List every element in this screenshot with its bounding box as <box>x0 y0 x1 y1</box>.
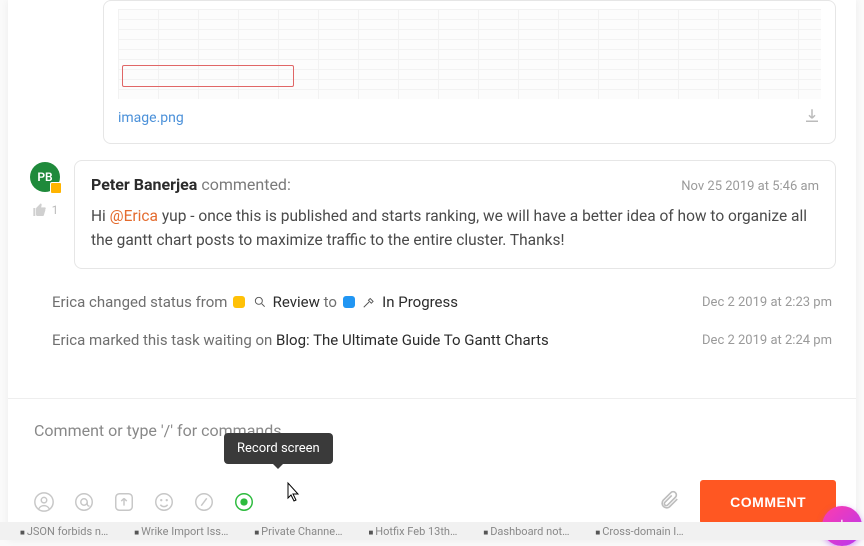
attachment-footer: image.png <box>118 103 821 129</box>
avatar[interactable]: PB <box>30 162 60 192</box>
like-count: 1 <box>52 203 59 217</box>
attachment-filename[interactable]: image.png <box>118 110 184 126</box>
activity-to-word: to <box>324 293 337 311</box>
tab[interactable]: Dashboard not… <box>483 525 569 538</box>
tooltip-record-screen: Record screen <box>224 433 333 464</box>
compose-toolbar <box>28 490 256 514</box>
tab[interactable]: JSON forbids n… <box>20 525 108 538</box>
activity-status-change: Erica changed status from Review to In P… <box>28 283 836 321</box>
attachment-thumbnail[interactable] <box>118 9 821 99</box>
mention-icon[interactable] <box>72 490 96 514</box>
like-button[interactable]: 1 <box>32 202 59 218</box>
activity-text: Erica changed status from Review to In P… <box>52 293 458 311</box>
comment-author[interactable]: Peter Banerjea <box>91 175 197 194</box>
comment-text-pre: Hi <box>91 207 110 225</box>
activity-timestamp: Dec 2 2019 at 2:24 pm <box>702 333 832 348</box>
activity-text: Erica marked this task waiting on Blog: … <box>52 331 549 349</box>
browser-tab-strip: JSON forbids n… Wrike Import Iss… Privat… <box>0 522 864 540</box>
search-icon <box>253 295 267 309</box>
tab[interactable]: Wrike Import Iss… <box>134 525 228 538</box>
comment-timestamp: Nov 25 2019 at 5:46 am <box>681 179 819 194</box>
activity-timestamp: Dec 2 2019 at 2:23 pm <box>702 295 832 310</box>
comment-input[interactable]: Comment or type '/' for commands <box>28 415 836 480</box>
mouse-cursor <box>282 480 306 504</box>
attach-icon[interactable] <box>658 489 680 515</box>
download-icon[interactable] <box>803 107 821 129</box>
activity-waiting-on: Erica marked this task waiting on Blog: … <box>28 321 836 359</box>
compose-area: Comment or type '/' for commands Record … <box>8 398 856 524</box>
comment-text-post: yup - once this is published and starts … <box>91 207 807 249</box>
status-from: Review <box>273 293 320 311</box>
comment-body: Hi @Erica yup - once this is published a… <box>91 204 819 252</box>
tab[interactable]: Hotfix Feb 13th… <box>368 525 457 538</box>
attachment-card: image.png <box>103 0 836 144</box>
comment-block: PB 1 Peter Banerjea commented: Nov 25 20… <box>28 160 836 269</box>
status-dot-progress <box>343 296 355 308</box>
tab[interactable]: Cross-domain I… <box>595 525 683 538</box>
upload-icon[interactable] <box>112 490 136 514</box>
activity-verb: changed status from <box>89 293 227 311</box>
activity-actor[interactable]: Erica <box>52 331 85 349</box>
activity-actor[interactable]: Erica <box>52 293 85 311</box>
comment-card: Peter Banerjea commented: Nov 25 2019 at… <box>74 160 836 269</box>
tab[interactable]: Private Channe… <box>254 525 342 538</box>
comment-button[interactable]: COMMENT <box>700 480 836 524</box>
status-to: In Progress <box>382 293 458 311</box>
comment-sidecol: PB 1 <box>28 160 62 269</box>
assign-icon[interactable] <box>32 490 56 514</box>
linked-task[interactable]: Blog: The Ultimate Guide To Gantt Charts <box>276 331 549 349</box>
emoji-icon[interactable] <box>152 490 176 514</box>
activity-verb: marked this task waiting on <box>89 331 272 349</box>
mention[interactable]: @Erica <box>110 207 158 225</box>
record-screen-icon[interactable] <box>232 490 256 514</box>
comment-verb: commented: <box>201 175 291 194</box>
hammer-icon <box>362 295 376 309</box>
slash-command-icon[interactable] <box>192 490 216 514</box>
task-panel: image.png PB 1 Peter Banerjea commen <box>8 0 856 540</box>
status-dot-review <box>233 296 245 308</box>
